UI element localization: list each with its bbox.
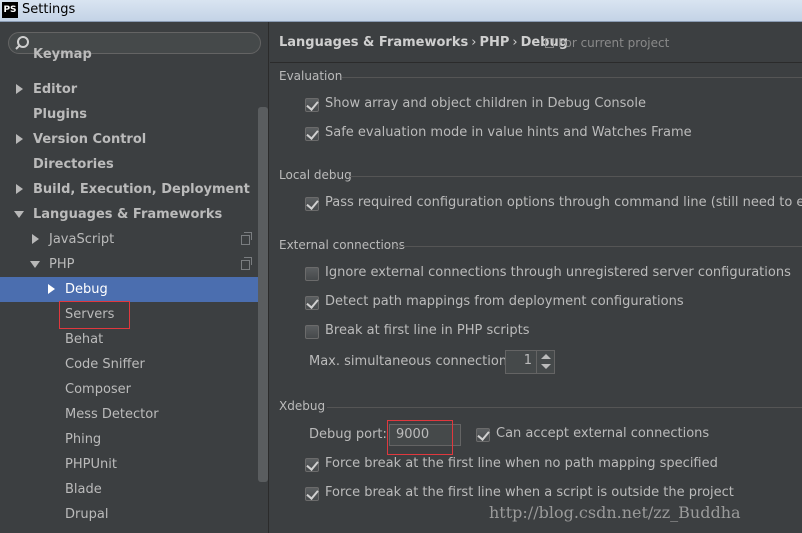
sidebar-item-servers[interactable]: Servers: [0, 302, 268, 327]
scope-indicator: For current project: [545, 36, 669, 50]
ignore-external-label: Ignore external connections through unre…: [325, 265, 791, 280]
can-accept-external-checkbox[interactable]: [476, 428, 490, 442]
sidebar-item-javascript[interactable]: JavaScript: [0, 227, 268, 252]
sidebar-item-label: Phing: [65, 432, 102, 447]
sidebar-item-label: Mess Detector: [65, 407, 159, 422]
sidebar-item-build-execution-deployment[interactable]: Build, Execution, Deployment: [0, 177, 268, 202]
sidebar-scrollbar[interactable]: [258, 107, 268, 482]
sidebar-item-label: Composer: [65, 382, 132, 397]
sidebar-item-directories[interactable]: Directories: [0, 152, 268, 177]
port-highlight-box: [387, 420, 453, 455]
sidebar-item-label: Version Control: [33, 132, 147, 147]
sidebar-item-debug[interactable]: Debug: [0, 277, 268, 302]
sidebar-item-label: Blade: [65, 482, 102, 497]
expand-arrow-icon[interactable]: [48, 284, 55, 294]
max-connections-value: 1: [523, 353, 532, 368]
sidebar-item-behat[interactable]: Behat: [0, 327, 268, 352]
sidebar-item-label: PHPUnit: [65, 457, 117, 472]
expand-arrow-icon[interactable]: [16, 84, 23, 94]
sidebar-item-label: Behat: [65, 332, 104, 347]
group-divider: [394, 246, 802, 247]
sidebar-item-composer[interactable]: Composer: [0, 377, 268, 402]
sidebar-item-label: Keymap: [33, 47, 92, 62]
spinner-up-icon[interactable]: [541, 354, 551, 359]
pass-required-checkbox[interactable]: [305, 197, 319, 211]
breadcrumb-separator: ›: [512, 35, 518, 50]
detect-path-mappings-checkbox[interactable]: [305, 296, 319, 310]
project-scope-icon: [241, 232, 252, 245]
sidebar-item-php[interactable]: PHP: [0, 252, 268, 277]
collapse-arrow-icon[interactable]: [14, 211, 24, 218]
group-divider: [327, 407, 802, 408]
collapse-arrow-icon[interactable]: [30, 261, 40, 268]
sidebar-item-phpunit[interactable]: PHPUnit: [0, 452, 268, 477]
sidebar-item-mess-detector[interactable]: Mess Detector: [0, 402, 268, 427]
show-array-label: Show array and object children in Debug …: [325, 96, 646, 111]
group-divider: [342, 77, 802, 78]
debug-port-label: Debug port:: [309, 427, 387, 442]
ignore-external-checkbox[interactable]: [305, 267, 319, 281]
phpstorm-app-icon: PS: [2, 2, 18, 18]
expand-arrow-icon[interactable]: [16, 134, 23, 144]
sidebar-item-code-sniffer[interactable]: Code Sniffer: [0, 352, 268, 377]
expand-arrow-icon[interactable]: [32, 234, 39, 244]
spinner-buttons[interactable]: [536, 351, 554, 373]
force-break-no-mapping-label: Force break at the first line when no pa…: [325, 456, 718, 471]
sidebar-item-label: Drupal: [65, 507, 109, 522]
settings-content: Languages & Frameworks › PHP › Debug For cur…: [270, 22, 802, 533]
sidebar-item-label: JavaScript: [49, 232, 115, 247]
watermark: http://blog.csdn.net/zz_Buddha: [489, 503, 741, 522]
sidebar-item-label: Code Sniffer: [65, 357, 145, 372]
project-scope-icon: [241, 257, 252, 270]
expand-arrow-icon[interactable]: [16, 184, 23, 194]
sidebar-item-label: Directories: [33, 157, 114, 172]
sidebar-item-editor[interactable]: Editor: [0, 77, 268, 102]
sidebar-item-version-control[interactable]: Version Control: [0, 127, 268, 152]
safe-eval-checkbox[interactable]: [305, 127, 319, 141]
sidebar-item-label: Languages & Frameworks: [33, 207, 223, 222]
force-break-no-mapping-checkbox[interactable]: [305, 458, 319, 472]
search-icon: [15, 36, 29, 50]
sidebar-item-label: Debug: [65, 282, 108, 297]
pass-required-label: Pass required configuration options thro…: [325, 195, 802, 210]
scope-label: For current project: [558, 36, 670, 50]
force-break-outside-checkbox[interactable]: [305, 487, 319, 501]
show-array-checkbox[interactable]: [305, 98, 319, 112]
group-title-external-connections: External connections: [279, 238, 405, 252]
title-bar: PS Settings: [0, 0, 802, 22]
sidebar-item-label: PHP: [49, 257, 75, 272]
group-title-xdebug: Xdebug: [279, 399, 326, 413]
sidebar-item-drupal[interactable]: Drupal: [0, 502, 268, 527]
break-first-line-label: Break at first line in PHP scripts: [325, 323, 530, 338]
detect-path-mappings-label: Detect path mappings from deployment con…: [325, 294, 684, 309]
max-connections-spinner[interactable]: 1: [505, 350, 555, 374]
breadcrumb: Languages & Frameworks › PHP › Debug: [279, 35, 568, 50]
spinner-down-icon[interactable]: [541, 364, 551, 369]
group-title-local-debug: Local debug: [279, 168, 352, 182]
sidebar-item-label: Plugins: [33, 107, 87, 122]
safe-eval-label: Safe evaluation mode in value hints and …: [325, 125, 692, 140]
breadcrumb-item: PHP: [479, 35, 510, 50]
sidebar-item-label: Build, Execution, Deployment: [33, 182, 250, 197]
force-break-outside-label: Force break at the first line when a scr…: [325, 485, 734, 500]
sidebar-item-languages-frameworks[interactable]: Languages & Frameworks: [0, 202, 268, 227]
sidebar-item-blade[interactable]: Blade: [0, 477, 268, 502]
sidebar-item-label: Editor: [33, 82, 78, 97]
sidebar-item-plugins[interactable]: Plugins: [0, 102, 268, 127]
break-first-line-checkbox[interactable]: [305, 325, 319, 339]
window-title: Settings: [22, 2, 76, 17]
can-accept-external-label: Can accept external connections: [496, 426, 710, 441]
max-connections-label: Max. simultaneous connections:: [309, 354, 519, 369]
sidebar-item-phing[interactable]: Phing: [0, 427, 268, 452]
breadcrumb-item: Languages & Frameworks: [279, 35, 469, 50]
group-title-evaluation: Evaluation: [279, 69, 343, 83]
settings-sidebar: Keymap Editor Plugins Version Control Di…: [0, 22, 269, 533]
breadcrumb-separator: ›: [471, 35, 477, 50]
project-scope-icon: [545, 38, 554, 48]
group-divider: [350, 176, 802, 177]
header-divider: [270, 62, 802, 63]
sidebar-item-keymap[interactable]: Keymap: [0, 47, 268, 79]
debug-highlight-box: [59, 301, 130, 329]
